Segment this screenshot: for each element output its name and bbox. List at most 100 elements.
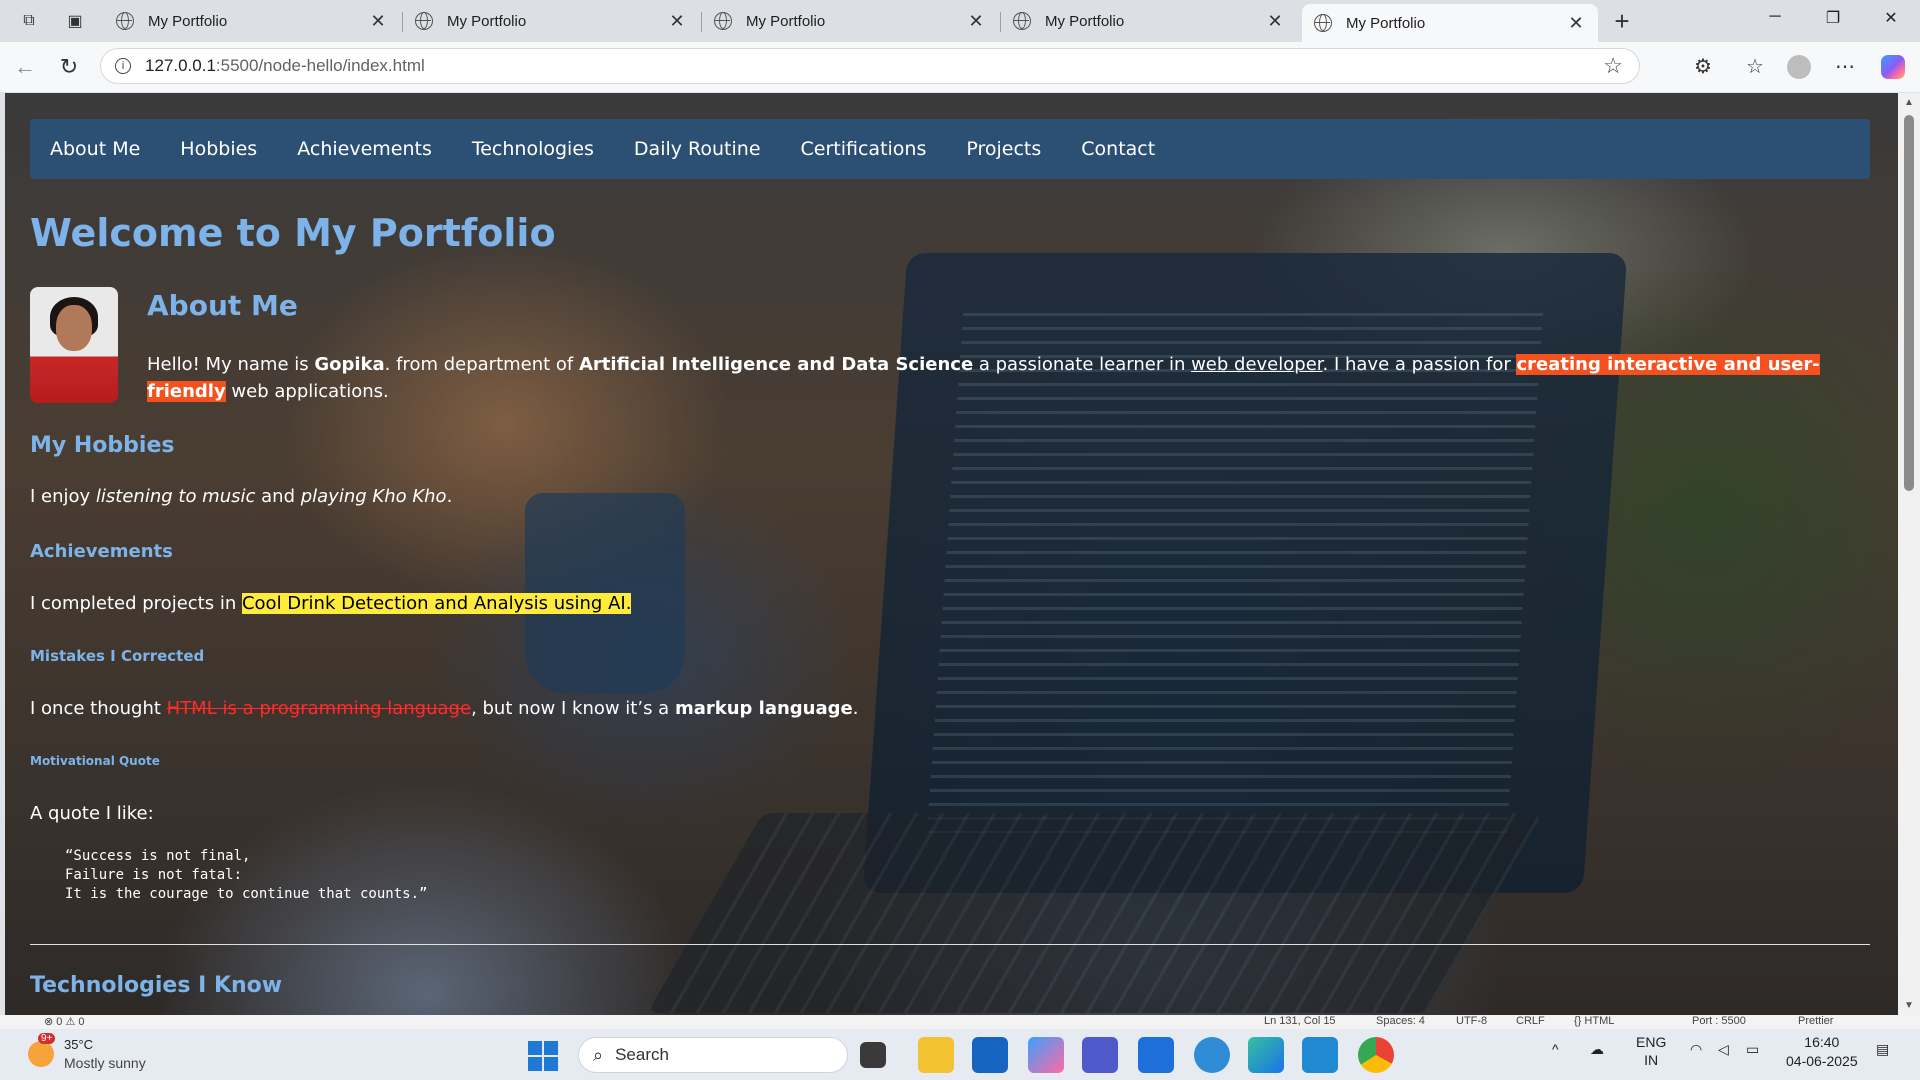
achievements-heading: Achievements: [30, 541, 173, 562]
scroll-down-icon[interactable]: ▼: [1904, 1000, 1914, 1011]
highlighted-project: Cool Drink Detection and Analysis using …: [241, 593, 632, 614]
divider: [30, 944, 1870, 945]
tab-3[interactable]: My Portfolio ✕: [702, 4, 998, 38]
nav-about-me[interactable]: About Me: [50, 138, 140, 160]
quote-block: “Success is not final, Failure is not fa…: [65, 848, 428, 902]
struck-text: HTML is a programming language: [166, 698, 472, 719]
store-icon[interactable]: [972, 1037, 1008, 1073]
tab-1[interactable]: My Portfolio ✕: [104, 4, 400, 38]
close-icon[interactable]: ✕: [966, 11, 986, 32]
nav-daily-routine[interactable]: Daily Routine: [634, 138, 761, 160]
globe-icon: [1013, 12, 1031, 30]
profile-avatar[interactable]: [1784, 52, 1814, 82]
about-heading: About Me: [147, 289, 298, 322]
favorite-star-icon[interactable]: ☆: [1603, 53, 1623, 79]
close-icon[interactable]: ✕: [368, 11, 388, 32]
back-button[interactable]: ←: [10, 53, 40, 81]
page-title: Welcome to My Portfolio: [30, 211, 556, 255]
about-paragraph: Hello! My name is Gopika. from departmen…: [147, 354, 1820, 402]
live-server-port[interactable]: Port : 5500: [1692, 1015, 1746, 1027]
technologies-heading: Technologies I Know: [30, 973, 283, 998]
weather-description: Mostly sunny: [64, 1055, 146, 1071]
copilot-app-icon[interactable]: [1028, 1037, 1064, 1073]
volume-icon[interactable]: ◁: [1718, 1041, 1729, 1058]
close-icon[interactable]: ✕: [1566, 13, 1586, 34]
restore-button[interactable]: ❐: [1810, 8, 1856, 34]
tab-title: My Portfolio: [447, 12, 527, 30]
more-menu-icon[interactable]: ⋯: [1830, 52, 1860, 82]
problems-count[interactable]: ⊗ 0 ⚠ 0: [44, 1015, 84, 1028]
encoding[interactable]: UTF-8: [1456, 1015, 1487, 1027]
start-button[interactable]: [528, 1041, 558, 1071]
close-icon[interactable]: ✕: [1265, 11, 1285, 32]
nav-achievements[interactable]: Achievements: [297, 138, 432, 160]
nav-projects[interactable]: Projects: [966, 138, 1041, 160]
windows-taskbar: 9+ 35°C Mostly sunny ⌕ Search ^ ☁ ENG IN …: [0, 1029, 1920, 1080]
chrome-icon[interactable]: [1358, 1037, 1394, 1073]
info-icon[interactable]: i: [115, 58, 131, 74]
mistakes-paragraph: I once thought HTML is a programming lan…: [30, 698, 859, 719]
tab-title: My Portfolio: [1045, 12, 1125, 30]
nav-contact[interactable]: Contact: [1081, 138, 1155, 160]
close-icon[interactable]: ✕: [667, 11, 687, 32]
web-developer-link[interactable]: web developer: [1191, 354, 1322, 375]
tab-title: My Portfolio: [1346, 14, 1426, 32]
indentation[interactable]: Spaces: 4: [1376, 1015, 1425, 1027]
language-indicator[interactable]: ENG IN: [1636, 1033, 1666, 1069]
teams-icon[interactable]: [1082, 1037, 1118, 1073]
close-window-button[interactable]: ✕: [1868, 8, 1914, 34]
myhp-icon[interactable]: [1138, 1037, 1174, 1073]
new-tab-button[interactable]: +: [1606, 6, 1638, 37]
globe-icon: [116, 12, 134, 30]
tab-strip: ⧉ ▣ My Portfolio ✕ My Portfolio ✕ My Por…: [0, 0, 1920, 42]
help-icon[interactable]: [1194, 1037, 1230, 1073]
nav-hobbies[interactable]: Hobbies: [180, 138, 257, 160]
task-view-icon[interactable]: [860, 1042, 886, 1068]
scroll-thumb[interactable]: [1904, 115, 1914, 491]
profile-photo: [30, 287, 118, 403]
vertical-tabs-icon[interactable]: ▣: [60, 8, 90, 34]
copilot-icon[interactable]: [1878, 52, 1908, 82]
file-explorer-icon[interactable]: [918, 1037, 954, 1073]
refresh-button[interactable]: ↻: [54, 53, 84, 81]
cursor-position[interactable]: Ln 131, Col 15: [1264, 1015, 1336, 1027]
achievements-paragraph: I completed projects in Cool Drink Detec…: [30, 593, 632, 614]
page-scrollbar[interactable]: ▲ ▼: [1898, 93, 1920, 1015]
quote-intro: A quote I like:: [30, 803, 154, 824]
vscode-icon[interactable]: [1302, 1037, 1338, 1073]
name-text: Gopika: [314, 354, 385, 375]
language-mode[interactable]: {} HTML: [1574, 1015, 1614, 1027]
tab-4[interactable]: My Portfolio ✕: [1001, 4, 1297, 38]
wifi-icon[interactable]: ◠: [1690, 1041, 1702, 1058]
onedrive-icon[interactable]: ☁: [1590, 1041, 1604, 1058]
nav-certifications[interactable]: Certifications: [801, 138, 927, 160]
notification-badge: 9+: [38, 1033, 56, 1044]
prettier-status[interactable]: Prettier: [1798, 1015, 1833, 1027]
tab-5-active[interactable]: My Portfolio ✕: [1302, 4, 1598, 42]
temperature: 35°C: [64, 1037, 94, 1052]
edge-icon[interactable]: [1248, 1037, 1284, 1073]
clock[interactable]: 16:40 04-06-2025: [1786, 1033, 1858, 1071]
nav-technologies[interactable]: Technologies: [472, 138, 594, 160]
tray-overflow-icon[interactable]: ^: [1552, 1041, 1559, 1057]
quote-heading: Motivational Quote: [30, 754, 160, 768]
scroll-up-icon[interactable]: ▲: [1904, 97, 1914, 108]
workspaces-icon[interactable]: ⧉: [14, 8, 44, 34]
mistakes-heading: Mistakes I Corrected: [30, 647, 205, 665]
minimize-button[interactable]: ─: [1752, 8, 1798, 34]
line-ending[interactable]: CRLF: [1516, 1015, 1545, 1027]
editor-status-strip: ⊗ 0 ⚠ 0 Ln 131, Col 15 Spaces: 4 UTF-8 C…: [0, 1015, 1920, 1029]
weather-sun-icon: [28, 1041, 54, 1067]
taskbar-search[interactable]: ⌕ Search: [578, 1037, 848, 1073]
battery-icon[interactable]: ▭: [1746, 1041, 1759, 1058]
hobbies-paragraph: I enjoy listening to music and playing K…: [30, 486, 453, 507]
top-navbar: About Me Hobbies Achievements Technologi…: [30, 119, 1870, 179]
tab-2[interactable]: My Portfolio ✕: [403, 4, 699, 38]
weather-widget[interactable]: 9+ 35°C Mostly sunny: [24, 1033, 204, 1075]
notifications-icon[interactable]: ▤: [1876, 1041, 1889, 1058]
extensions-icon[interactable]: ⚙: [1688, 52, 1718, 82]
address-bar[interactable]: i 127.0.0.1:5500/node-hello/index.html ☆: [100, 48, 1640, 84]
favorites-icon[interactable]: ☆: [1740, 52, 1770, 82]
search-icon: ⌕: [593, 1044, 604, 1065]
globe-icon: [1314, 14, 1332, 32]
